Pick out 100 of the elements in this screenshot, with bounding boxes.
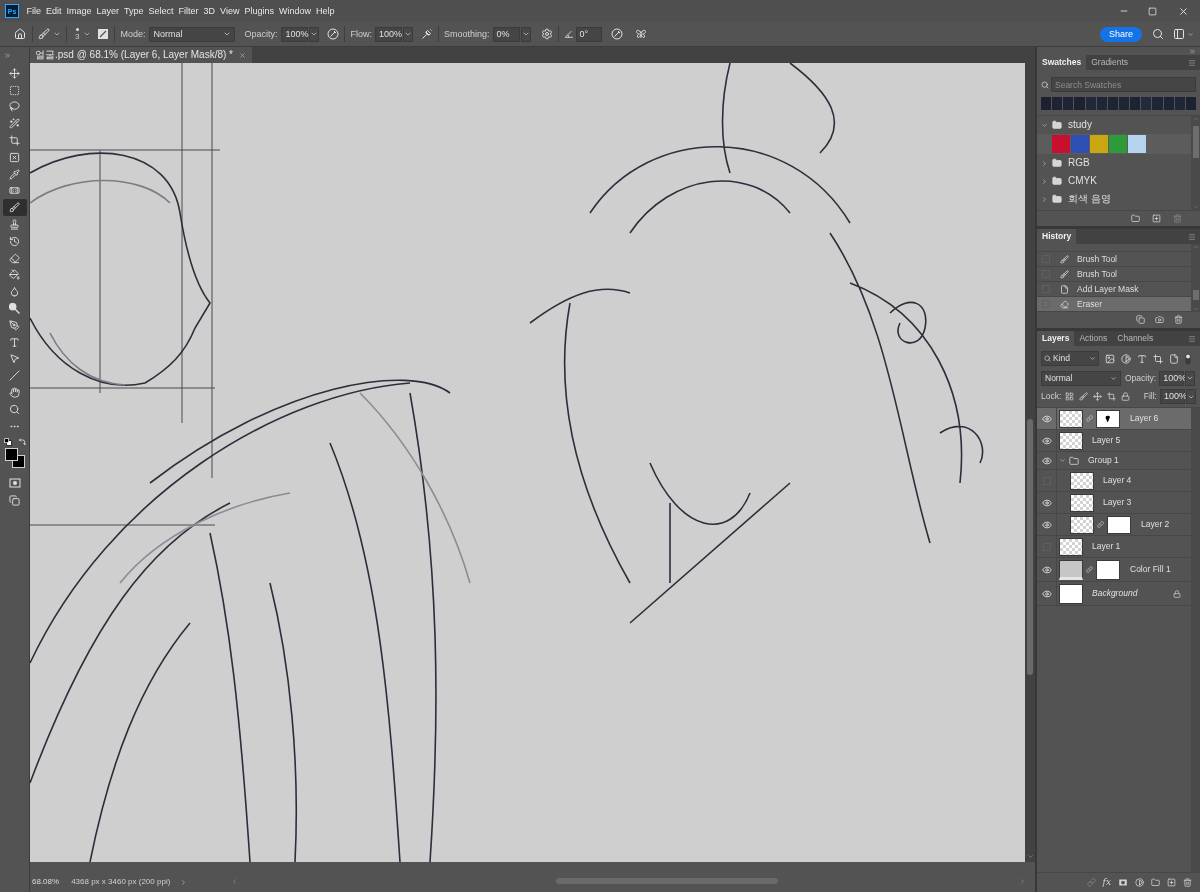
scrollbar-thumb[interactable] <box>1192 126 1199 158</box>
default-colors-button[interactable] <box>3 437 12 446</box>
color-swatch[interactable] <box>1085 97 1096 110</box>
menu-item[interactable]: View <box>217 6 242 16</box>
symmetry-button[interactable] <box>634 28 647 40</box>
mask-thumbnail[interactable] <box>1096 559 1120 580</box>
layer-row[interactable]: Layer 1 <box>1037 536 1191 558</box>
eye-icon[interactable] <box>1041 497 1052 508</box>
dropdown-toggle[interactable] <box>520 26 531 42</box>
history-item[interactable]: Eraser <box>1037 297 1191 312</box>
document-tab[interactable]: 얼굴.psd @ 68.1% (Layer 6, Layer Mask/8) * <box>30 47 252 63</box>
blend-mode-dropdown[interactable]: Normal <box>1041 370 1121 386</box>
color-swatch[interactable] <box>1063 97 1074 110</box>
swatch-group-row[interactable]: 회색 음영 <box>1037 190 1191 208</box>
history-item[interactable]: Brush Tool <box>1037 267 1191 282</box>
foreground-color-chip[interactable] <box>4 447 18 461</box>
filter-toggle[interactable] <box>1185 352 1191 365</box>
zoom-level[interactable]: 68.08% <box>32 878 60 886</box>
layer-row[interactable]: Layer 2 <box>1037 514 1191 536</box>
workspace-button[interactable] <box>1173 28 1194 40</box>
new-swatch-button[interactable] <box>1152 214 1161 223</box>
pressure-size-button[interactable] <box>610 28 623 40</box>
dropdown-toggle[interactable] <box>309 26 320 42</box>
color-swatch[interactable] <box>1128 135 1146 153</box>
brush-settings-button[interactable] <box>97 28 110 40</box>
menu-item[interactable]: Filter <box>176 6 202 16</box>
vertical-scrollbar[interactable] <box>1025 63 1035 862</box>
panel-tab[interactable]: Layers <box>1037 331 1075 346</box>
dropdown-toggle[interactable] <box>1185 370 1196 386</box>
color-swatch[interactable] <box>1109 135 1127 153</box>
color-swatch[interactable] <box>1052 97 1063 110</box>
eye-icon[interactable] <box>1041 564 1052 575</box>
panel-scrollbar[interactable] <box>1191 244 1200 312</box>
color-swatch[interactable] <box>1107 97 1118 110</box>
menu-item[interactable]: File <box>24 6 44 16</box>
color-swatch[interactable] <box>1152 97 1163 110</box>
layer-row[interactable]: Layer 3 <box>1037 492 1191 514</box>
layer-style-button[interactable]: fx <box>1102 878 1111 887</box>
type-filter-button[interactable] <box>1137 353 1147 364</box>
share-button[interactable]: Share <box>1099 26 1142 42</box>
lock-artboard-button[interactable] <box>1107 392 1117 401</box>
menu-item[interactable]: Layer <box>94 6 122 16</box>
quick-mask-button[interactable] <box>8 476 21 489</box>
panel-tab[interactable]: Swatches <box>1037 55 1087 70</box>
screen-mode-button[interactable] <box>9 494 20 506</box>
color-swatch[interactable] <box>1096 97 1107 110</box>
menu-item[interactable]: Help <box>313 6 338 16</box>
layer-row[interactable]: Background <box>1037 582 1191 606</box>
history-item[interactable]: Brush Tool <box>1037 252 1191 267</box>
adjustment-filter-button[interactable] <box>1121 353 1131 364</box>
snapshot-button[interactable] <box>1155 315 1164 324</box>
mask-thumbnail[interactable] <box>1107 515 1131 534</box>
panel-tab[interactable]: Actions <box>1074 331 1113 346</box>
new-document-button[interactable] <box>1136 315 1145 324</box>
color-swatch[interactable] <box>1185 97 1196 110</box>
dropdown-toggle[interactable] <box>403 26 413 42</box>
add-mask-button[interactable] <box>1118 878 1128 887</box>
eye-icon[interactable] <box>1041 455 1052 466</box>
layer-row[interactable]: Color Fill 1 <box>1037 558 1191 582</box>
status-menu-button[interactable] <box>180 879 188 886</box>
lock-position-button[interactable] <box>1093 392 1103 401</box>
swap-colors-button[interactable] <box>17 437 26 446</box>
flow-field[interactable]: 100% <box>375 26 402 42</box>
color-swatch[interactable] <box>1090 135 1108 153</box>
panel-scrollbar[interactable] <box>1191 116 1200 210</box>
delete-layer-button[interactable] <box>1183 878 1192 887</box>
search-button[interactable] <box>1152 28 1164 40</box>
angle-field[interactable]: 0° <box>575 26 602 42</box>
home-button[interactable] <box>13 27 27 41</box>
smoothing-settings-button[interactable] <box>540 28 553 40</box>
panel-tab[interactable]: Channels <box>1112 331 1159 346</box>
menu-item[interactable]: Window <box>276 6 314 16</box>
swatch-group-row[interactable]: study <box>1037 116 1191 134</box>
color-swatch[interactable] <box>1174 97 1185 110</box>
chevron-down-icon[interactable] <box>1059 457 1066 464</box>
shape-filter-button[interactable] <box>1153 353 1163 364</box>
layer-row[interactable]: Group 1 <box>1037 452 1191 470</box>
eye-icon[interactable] <box>1041 413 1052 424</box>
menu-item[interactable]: Type <box>121 6 147 16</box>
panel-tab[interactable]: History <box>1037 229 1077 244</box>
fill-field[interactable]: 100% <box>1160 389 1185 404</box>
eye-icon[interactable] <box>1041 519 1052 530</box>
smart-object-filter-button[interactable] <box>1169 353 1179 364</box>
color-swatch[interactable] <box>1071 135 1089 153</box>
airbrush-button[interactable] <box>421 28 433 40</box>
horizontal-scrollbar[interactable] <box>231 876 1027 886</box>
swatch-group-row[interactable]: RGB <box>1037 154 1191 172</box>
eye-icon[interactable] <box>1041 588 1052 599</box>
pressure-opacity-button[interactable] <box>327 28 340 40</box>
eye-icon[interactable] <box>1041 435 1052 446</box>
tool-button[interactable] <box>2 199 27 217</box>
mode-dropdown[interactable]: Normal <box>149 26 236 42</box>
filter-dropdown[interactable]: Kind <box>1041 351 1099 366</box>
panel-scrollbar[interactable] <box>1191 408 1200 872</box>
color-swatch[interactable] <box>1163 97 1174 110</box>
scrollbar-thumb[interactable] <box>1192 290 1199 300</box>
color-swatch[interactable] <box>1041 97 1052 110</box>
menu-item[interactable]: Edit <box>43 6 65 16</box>
lock-pixels-button[interactable] <box>1079 392 1089 401</box>
lock-all-button[interactable] <box>1121 392 1131 401</box>
